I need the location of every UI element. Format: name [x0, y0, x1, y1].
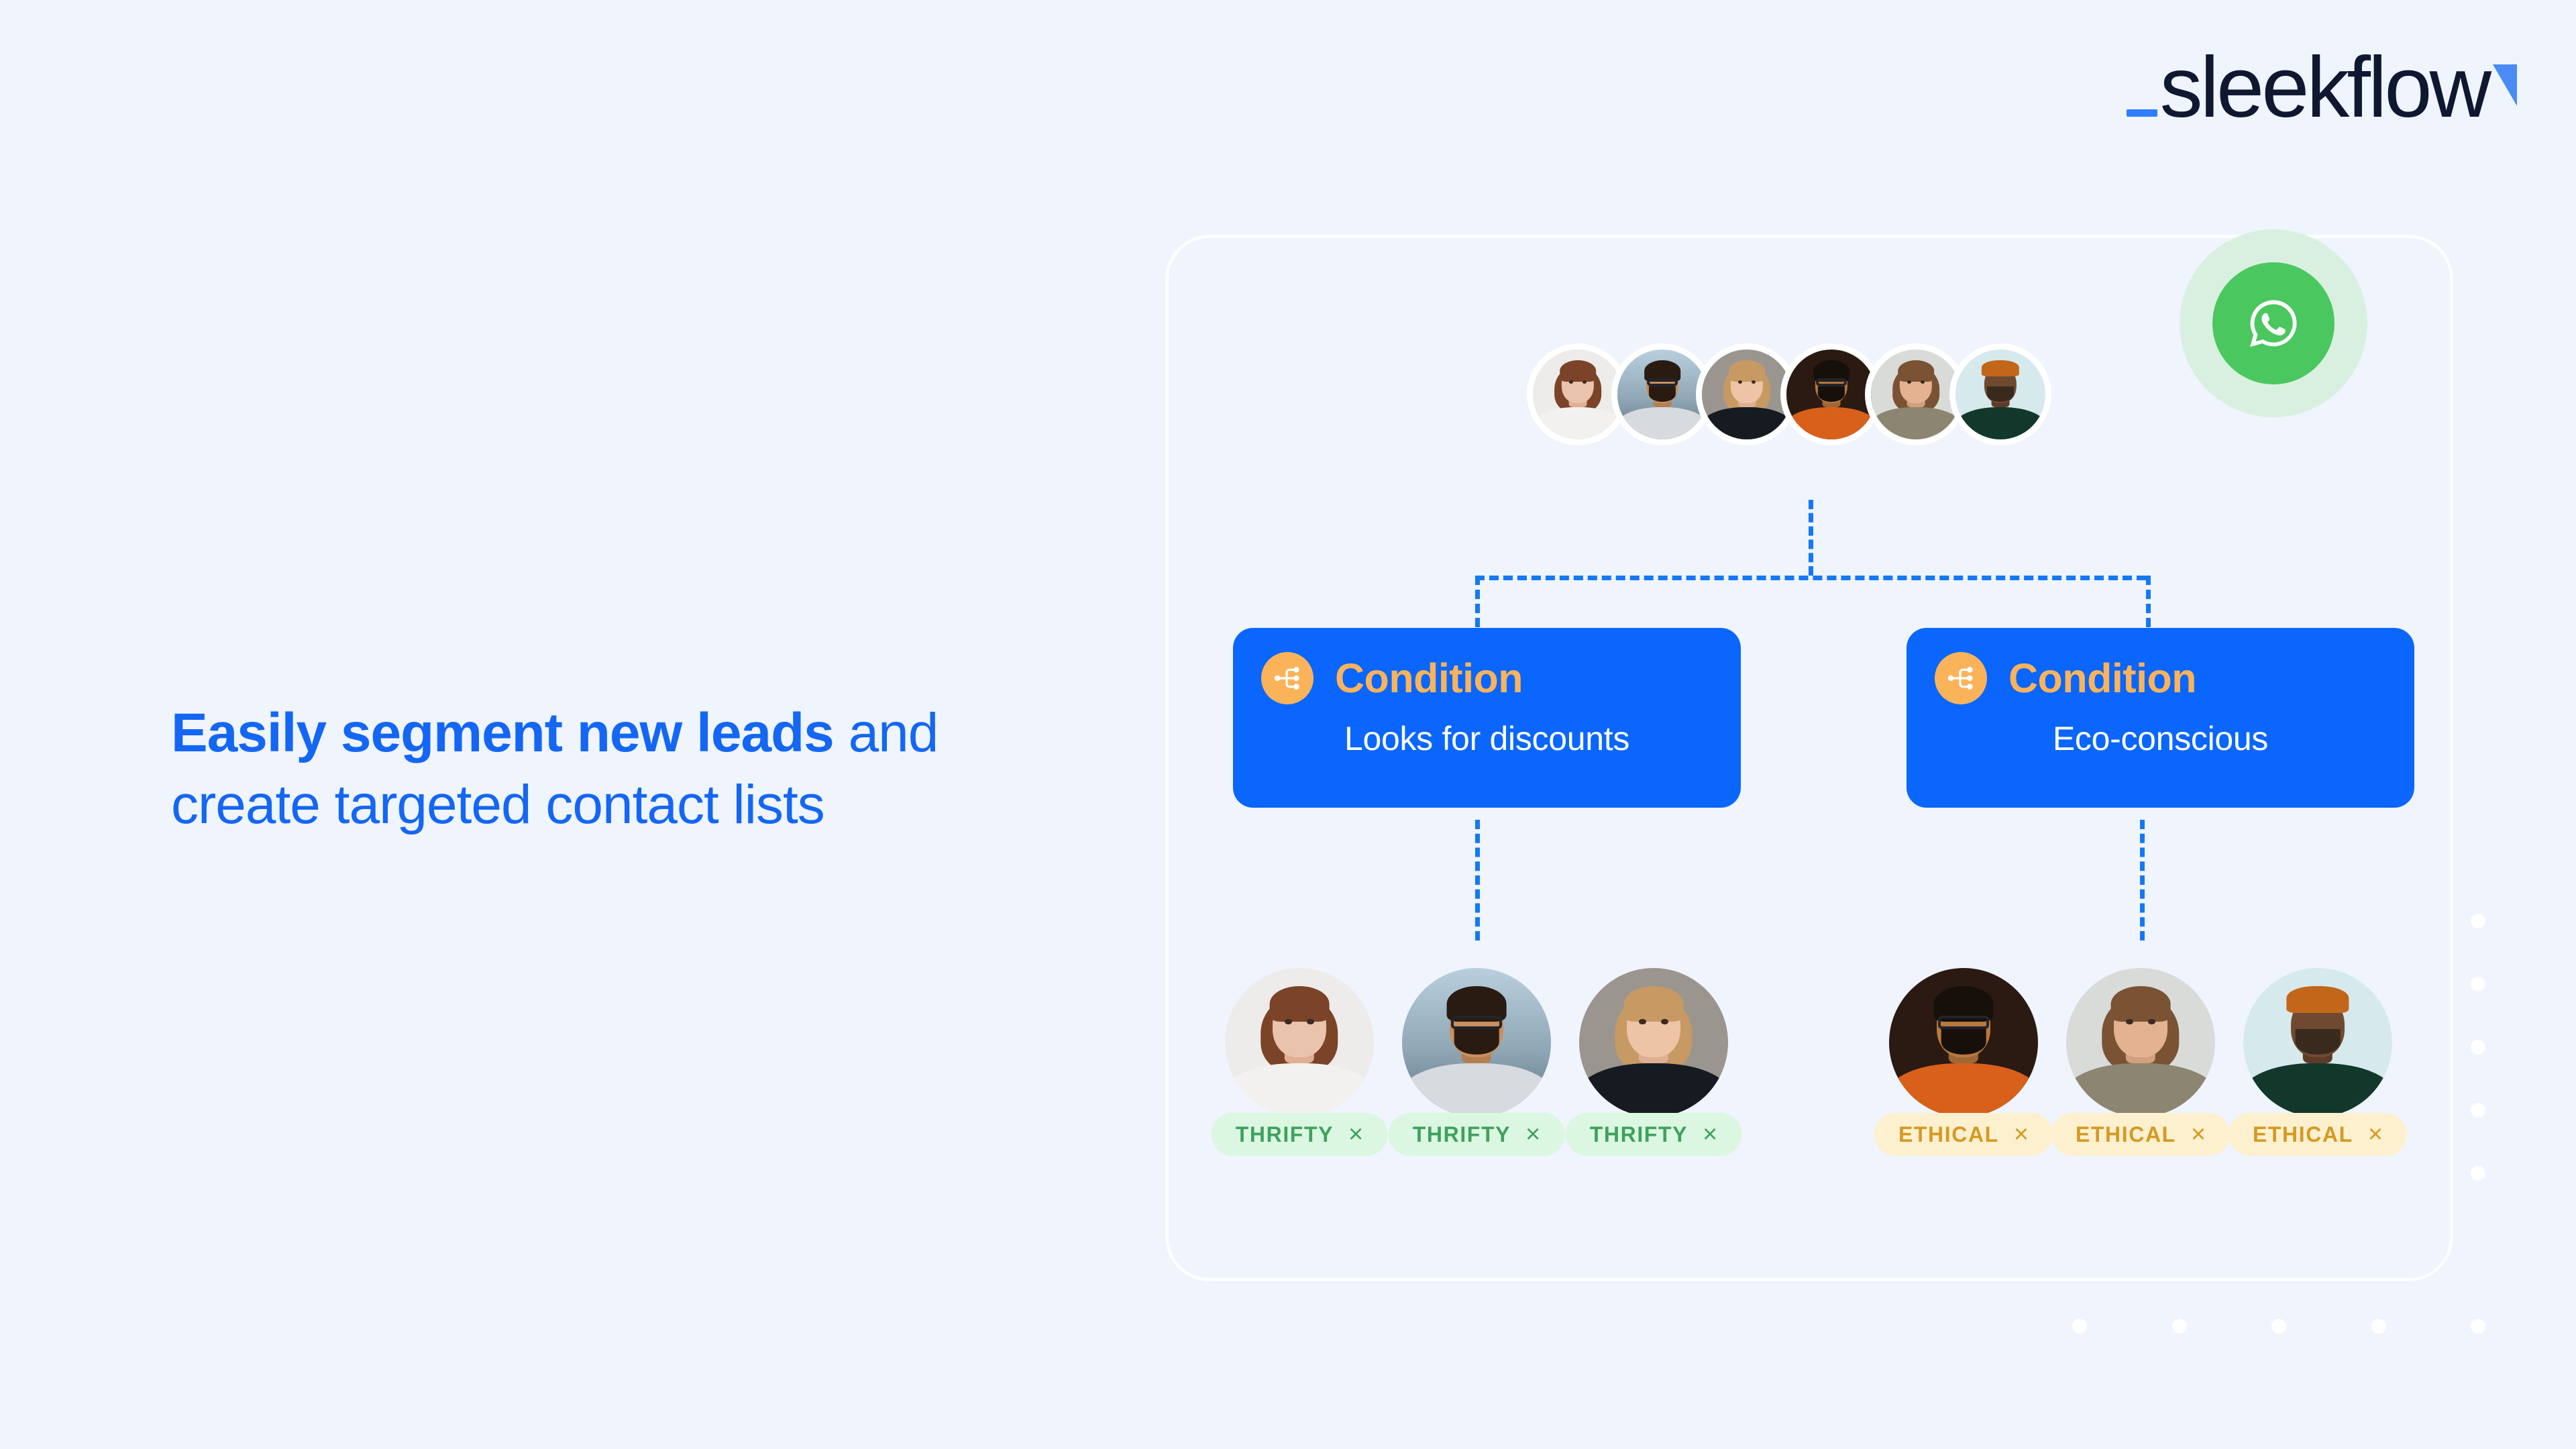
close-icon[interactable]: × [1348, 1122, 1363, 1147]
page-headline: Easily segment new leads and create targ… [171, 698, 1063, 841]
result-contact[interactable]: THRIFTY × [1388, 968, 1565, 1163]
decoration-dot [2471, 977, 2485, 991]
avatar-lead-6[interactable] [1949, 343, 2051, 445]
avatar-thrifty-2[interactable] [1402, 968, 1551, 1117]
result-contact[interactable]: ETHICAL × [2051, 968, 2231, 1163]
condition-card-eco[interactable]: Condition Eco-conscious [1907, 628, 2414, 808]
decoration-dot [2471, 1319, 2485, 1334]
headline-bold: Easily segment new leads [171, 702, 835, 763]
close-icon[interactable]: × [1703, 1122, 1717, 1147]
connector-right-to-results [2140, 820, 2145, 941]
page-root: sleekflow Easily segment new leads and c… [0, 0, 2576, 1449]
decoration-dot [2371, 1319, 2386, 1334]
tag-chip-ethical[interactable]: ETHICAL × [2051, 1113, 2231, 1156]
decoration-dot [2172, 1319, 2187, 1334]
condition-title: Condition [1335, 655, 1523, 701]
avatar-thrifty-3[interactable] [1579, 968, 1728, 1117]
tag-label: THRIFTY [1589, 1122, 1688, 1146]
decoration-dot [2471, 1103, 2485, 1118]
tag-label: ETHICAL [2075, 1122, 2176, 1146]
condition-card-discounts[interactable]: Condition Looks for discounts [1233, 628, 1741, 808]
condition-subtitle: Looks for discounts [1344, 720, 1630, 757]
branch-icon [1261, 652, 1313, 704]
avatar-ethical-1[interactable] [1889, 968, 2038, 1117]
close-icon[interactable]: × [2014, 1122, 2029, 1147]
logo-underscore-icon [2126, 109, 2157, 117]
sleekflow-logo[interactable]: sleekflow [2126, 40, 2517, 136]
close-icon[interactable]: × [2368, 1122, 2383, 1147]
result-contact[interactable]: ETHICAL × [1874, 968, 2053, 1163]
decoration-dot [2471, 914, 2485, 928]
tag-label: ETHICAL [1898, 1122, 1999, 1146]
connector-trunk [1809, 500, 1813, 576]
branch-icon [1935, 652, 1987, 704]
decoration-dot [2471, 1040, 2485, 1055]
whatsapp-channel-badge[interactable] [2180, 229, 2367, 417]
result-contact[interactable]: THRIFTY × [1565, 968, 1742, 1163]
tag-chip-thrifty[interactable]: THRIFTY × [1565, 1113, 1742, 1156]
result-group-thrifty: THRIFTY × THRIFTY × THRIFTY × [1211, 968, 1742, 1163]
connector-split-bar [1475, 576, 2146, 580]
decoration-dot [2271, 1319, 2286, 1334]
result-contact[interactable]: ETHICAL × [2228, 968, 2408, 1163]
lead-avatar-cluster[interactable] [1527, 343, 2051, 445]
decoration-dot [2471, 1166, 2485, 1181]
decoration-dot [2072, 1319, 2087, 1334]
whatsapp-icon [2212, 262, 2334, 384]
tag-label: ETHICAL [2252, 1122, 2353, 1146]
condition-subtitle: Eco-conscious [2052, 720, 2269, 757]
tag-label: THRIFTY [1412, 1122, 1511, 1146]
connector-left-to-results [1475, 820, 1480, 941]
tag-chip-ethical[interactable]: ETHICAL × [2228, 1113, 2408, 1156]
condition-title: Condition [2008, 655, 2197, 701]
result-contact[interactable]: THRIFTY × [1211, 968, 1388, 1163]
avatar-ethical-3[interactable] [2243, 968, 2392, 1117]
close-icon[interactable]: × [2191, 1122, 2206, 1147]
avatar-thrifty-1[interactable] [1225, 968, 1374, 1117]
avatar-ethical-2[interactable] [2066, 968, 2215, 1117]
tag-label: THRIFTY [1235, 1122, 1334, 1146]
result-group-ethical: ETHICAL × ETHICAL × ETHICAL × [1874, 968, 2408, 1163]
logo-triangle-icon [2493, 64, 2517, 106]
close-icon[interactable]: × [1525, 1122, 1540, 1147]
tag-chip-thrifty[interactable]: THRIFTY × [1211, 1113, 1388, 1156]
tag-chip-ethical[interactable]: ETHICAL × [1874, 1113, 2053, 1156]
tag-chip-thrifty[interactable]: THRIFTY × [1388, 1113, 1565, 1156]
logo-wordmark: sleekflow [2159, 40, 2491, 136]
